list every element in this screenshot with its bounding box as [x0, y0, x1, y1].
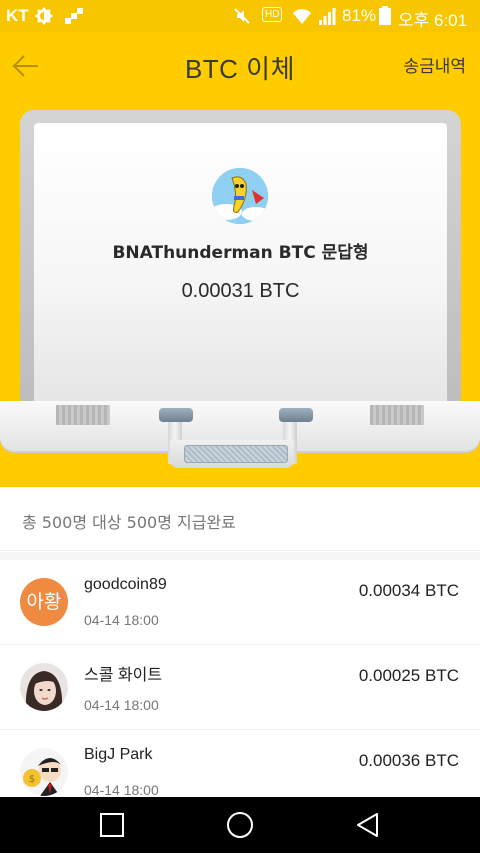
suitcase-card	[34, 123, 447, 413]
lid-hinge-left	[56, 405, 110, 425]
transfer-header-area: BTC 이체 송금내역 BNAThunderman BTC 문답형 0.0003…	[0, 32, 480, 487]
transfer-status-icon	[65, 8, 83, 24]
divider	[0, 552, 480, 560]
lid-hinge-right	[370, 405, 424, 425]
mute-icon	[234, 8, 250, 24]
carrier-label: KT	[6, 6, 29, 25]
avatar: $	[20, 748, 68, 796]
payout-amount: 0.00034 BTC	[358, 581, 459, 600]
transfer-history-button[interactable]: 송금내역	[403, 52, 466, 77]
handle-post-right	[279, 408, 313, 422]
cartoon-avatar-image: $	[20, 748, 68, 796]
avatar: 아황	[20, 578, 68, 626]
battery-percent: 81%	[342, 6, 377, 25]
payout-summary: 총 500명 대상 500명 지급완료	[0, 487, 480, 551]
list-item[interactable]: 스콜 화이트 04-14 18:00 0.00025 BTC	[0, 645, 480, 730]
brightness-icon	[35, 7, 53, 25]
channel-avatar	[212, 168, 268, 224]
recipient-list[interactable]: 아황 goodcoin89 04-14 18:00 0.00034 BTC 스콜…	[0, 560, 480, 797]
handle-grip	[184, 445, 288, 463]
payout-amount: 0.00036 BTC	[358, 751, 459, 770]
circle-icon	[227, 812, 253, 838]
square-icon	[100, 813, 124, 837]
home-button[interactable]	[224, 809, 256, 841]
signal-icon	[319, 8, 336, 25]
avatar	[20, 663, 68, 711]
hd-voice-icon: HD	[262, 7, 283, 22]
payout-time: 04-14 18:00	[84, 612, 159, 628]
wifi-icon	[293, 9, 311, 24]
battery-icon	[379, 6, 391, 25]
status-bar: KT HD 81% 오후 6:01	[0, 0, 480, 32]
system-nav-bar	[0, 797, 480, 853]
profile-photo-image	[20, 663, 68, 711]
transfer-total-amount: 0.00031 BTC	[181, 280, 300, 302]
banana-thunderman-image	[212, 168, 268, 224]
payout-summary-text: 총 500명 대상 500명 지급완료	[22, 513, 236, 532]
triangle-icon	[357, 813, 378, 837]
recipient-name: BigJ Park	[84, 746, 153, 763]
list-item[interactable]: 아황 goodcoin89 04-14 18:00 0.00034 BTC	[0, 560, 480, 645]
svg-text:$: $	[29, 774, 35, 785]
payout-time: 04-14 18:00	[84, 782, 159, 797]
recipient-name: goodcoin89	[84, 576, 167, 593]
payout-time: 04-14 18:00	[84, 697, 159, 713]
list-item[interactable]: $ BigJ Park 04-14 18:00 0.00036 BTC	[0, 730, 480, 797]
handle-post-left	[159, 408, 193, 422]
system-back-button[interactable]	[352, 809, 384, 841]
payout-amount: 0.00025 BTC	[358, 666, 459, 685]
recipient-name: 스콜 화이트	[84, 667, 163, 684]
recents-button[interactable]	[96, 809, 128, 841]
channel-name: BNAThunderman BTC 문답형	[112, 243, 369, 263]
clock: 오후 6:01	[398, 11, 468, 30]
